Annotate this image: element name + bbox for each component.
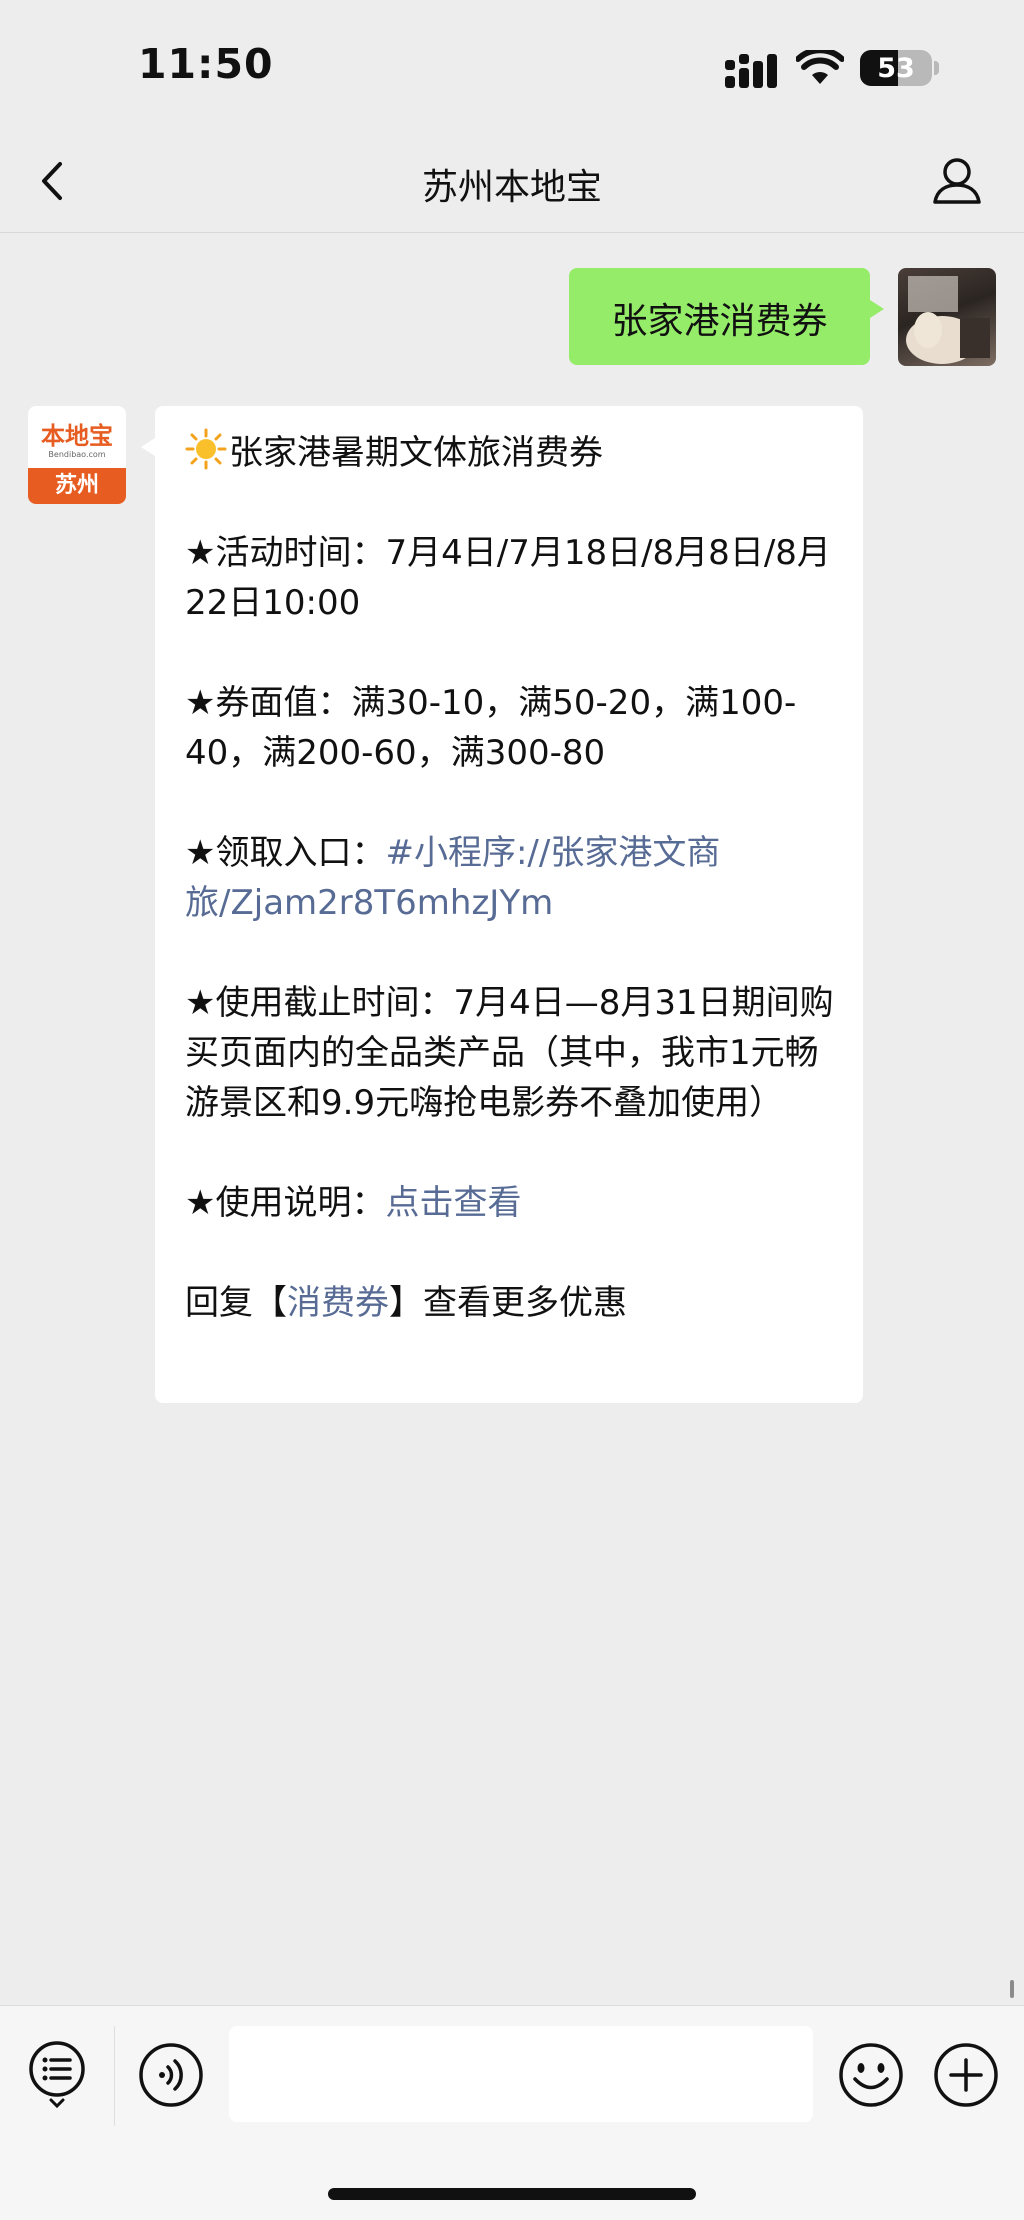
home-indicator[interactable]	[328, 2188, 696, 2200]
reply-line: 回复【消费券】查看更多优惠	[185, 1278, 840, 1328]
voice-button[interactable]	[138, 2042, 204, 2108]
outgoing-message-text: 张家港消费券	[611, 301, 828, 342]
deadline: ★使用截止时间：7月4日—8月31日期间购买页面内的全品类产品（其中，我市1元畅…	[185, 983, 834, 1123]
plus-icon	[934, 2043, 998, 2107]
bot-avatar[interactable]: 本地宝 Bendibao.com 苏州	[28, 406, 126, 504]
battery-tip	[934, 61, 939, 75]
scroll-indicator[interactable]	[1010, 1980, 1014, 1998]
face-value: ★券面值：满30-10，满50-20，满100-40，满200-60，满300-…	[185, 683, 797, 773]
bot-logo-sub: Bendibao.com	[48, 450, 106, 459]
input-bar	[0, 2005, 1024, 2220]
bot-logo-text: 本地宝	[41, 422, 113, 450]
usage-label: ★使用说明：	[185, 1183, 386, 1223]
emoji-button[interactable]	[838, 2042, 904, 2108]
battery-icon: 53	[860, 50, 932, 86]
sun-icon	[185, 428, 227, 470]
bot-logo-city: 苏州	[28, 468, 126, 504]
incoming-message-bubble[interactable]: 张家港暑期文体旅消费券 ★活动时间：7月4日/7月18日/8月8日/8月22日1…	[141, 406, 863, 1403]
activity-time: ★活动时间：7月4日/7月18日/8月8日/8月22日10:00	[185, 533, 831, 623]
page-title: 苏州本地宝	[421, 167, 602, 208]
voice-icon	[139, 2043, 203, 2107]
user-avatar[interactable]	[898, 268, 996, 366]
usage-link[interactable]: 点击查看	[385, 1183, 521, 1223]
nav-bar: 苏州本地宝	[0, 130, 1024, 233]
usage-line: ★使用说明：点击查看	[185, 1178, 840, 1228]
entry-label: ★领取入口：	[185, 833, 386, 873]
outgoing-message-bubble[interactable]: 张家港消费券	[569, 268, 884, 365]
signal-icon	[725, 54, 777, 88]
person-icon	[933, 158, 981, 204]
entry-line: ★领取入口：#小程序://张家港文商旅/Zjam2r8T6mhzJYm	[185, 828, 840, 928]
wifi-icon	[796, 50, 844, 84]
reply-link[interactable]: 消费券	[287, 1283, 389, 1323]
status-bar: 11:50 53	[0, 0, 1024, 130]
reply-prefix: 回复【	[185, 1283, 287, 1323]
battery-level: 53	[877, 53, 915, 84]
status-time: 11:50	[138, 40, 274, 88]
user-avatar-image	[906, 276, 990, 364]
incoming-message-body: 张家港暑期文体旅消费券 ★活动时间：7月4日/7月18日/8月8日/8月22日1…	[185, 428, 840, 1328]
message-title-line: 张家港暑期文体旅消费券	[185, 428, 840, 478]
input-divider	[114, 2026, 115, 2126]
reply-suffix: 】查看更多优惠	[389, 1283, 627, 1323]
plus-button[interactable]	[933, 2042, 999, 2108]
profile-button[interactable]	[928, 152, 986, 210]
emoji-icon	[839, 2043, 903, 2107]
message-title: 张家港暑期文体旅消费券	[229, 433, 603, 473]
menu-button[interactable]	[26, 2038, 88, 2110]
menu-list-icon	[29, 2041, 85, 2109]
message-input[interactable]	[229, 2026, 813, 2122]
